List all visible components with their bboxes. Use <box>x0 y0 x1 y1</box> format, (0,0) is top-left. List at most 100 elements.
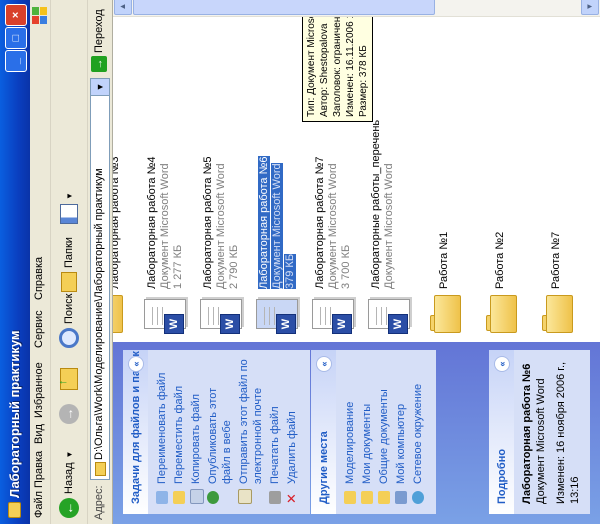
folders-button[interactable]: Папки <box>57 237 81 292</box>
search-button[interactable]: Поиск <box>57 294 81 348</box>
file-tasks-panel: Задачи для файлов и папок « Переименоват… <box>123 350 310 514</box>
file-tasks-header[interactable]: Задачи для файлов и папок « <box>123 350 148 514</box>
forward-button[interactable]: → <box>57 404 81 424</box>
file-item-work5[interactable]: W Лабораторная работа №5 Документ Microso… <box>195 35 247 335</box>
window-title: Лабораторный практикум <box>7 330 22 498</box>
print-file-link[interactable]: Печатать файл <box>268 358 282 504</box>
file-item-work3[interactable]: Лабораторная работа №3 <box>113 35 133 335</box>
chevron-down-icon: ▼ <box>64 192 74 200</box>
back-button[interactable]: ← Назад ▼ <box>57 451 81 518</box>
forward-arrow-icon: → <box>59 404 79 424</box>
place-my-computer[interactable]: Мой компьютер <box>394 358 408 504</box>
word-document-icon: W <box>366 297 410 335</box>
explorer-window: Лабораторный практикум _ □ × Файл Правка… <box>0 0 600 524</box>
printer-icon <box>269 491 281 504</box>
folder-item-work2[interactable]: Работа №2 <box>475 35 527 335</box>
scrollbar-thumb[interactable] <box>133 0 435 15</box>
menu-tools[interactable]: Сервис <box>33 310 45 348</box>
publish-web-link[interactable]: Опубликовать этот файл в вебе <box>206 358 234 504</box>
address-bar: Адрес: D:\Ольга\Work\Моделирование\Лабор… <box>88 0 113 524</box>
close-button[interactable]: × <box>5 4 27 26</box>
address-label: Адрес: <box>93 485 105 520</box>
folder-icon <box>8 502 21 518</box>
details-file-type: Документ Microsoft Word <box>535 378 547 504</box>
folder-item-work1[interactable]: Работа №1 <box>419 35 471 335</box>
my-documents-icon <box>361 491 373 504</box>
network-icon <box>412 491 424 504</box>
copy-file-link[interactable]: Копировать файл <box>189 358 204 504</box>
move-icon <box>173 491 185 504</box>
views-icon <box>60 204 78 224</box>
menu-file[interactable]: Файл <box>33 491 45 518</box>
views-button[interactable]: ▼ <box>57 192 81 224</box>
word-document-icon: W <box>310 297 354 335</box>
title-bar: Лабораторный практикум _ □ × <box>0 0 30 524</box>
word-document-icon: W <box>198 297 242 335</box>
maximize-button[interactable]: □ <box>5 27 27 49</box>
computer-icon <box>395 491 407 504</box>
folder-icon <box>113 295 123 333</box>
menu-favorites[interactable]: Избранное <box>33 362 45 418</box>
globe-icon <box>207 491 219 504</box>
details-panel: Подробно « Лабораторная работа №6 Докуме… <box>489 350 590 514</box>
email-file-link[interactable]: Отправить этот файл по электронной почте <box>237 358 265 504</box>
search-icon <box>59 328 79 348</box>
details-modified: Изменен: 16 ноября 2006 г., 13:16 <box>555 361 581 504</box>
copy-icon <box>190 489 204 504</box>
address-path: D:\Ольга\Work\Моделирование\Лабораторный… <box>93 168 105 460</box>
menu-view[interactable]: Вид <box>33 424 45 444</box>
move-file-link[interactable]: Переместить файл <box>172 358 186 504</box>
delete-file-link[interactable]: ✕ Удалить файл <box>284 358 299 504</box>
folder-icon <box>344 491 356 504</box>
folder-icon <box>429 295 461 333</box>
scroll-up-icon[interactable]: ▲ <box>114 0 132 15</box>
go-arrow-icon: → <box>91 56 107 72</box>
shared-folder-icon <box>378 491 390 504</box>
details-header[interactable]: Подробно « <box>489 350 514 514</box>
rename-file-link[interactable]: Переименовать файл <box>155 358 169 504</box>
rename-icon <box>156 491 168 504</box>
windows-logo-icon <box>32 6 48 24</box>
folder-item-work7[interactable]: Работа №7 <box>531 35 583 335</box>
vertical-scrollbar[interactable]: ▲ ▼ <box>113 0 600 17</box>
menu-bar: Файл Правка Вид Избранное Сервис Справка <box>30 0 51 524</box>
file-item-work6[interactable]: W Лабораторная работа №6 Документ Microso… <box>251 35 303 335</box>
details-file-name: Лабораторная работа №6 <box>521 363 533 504</box>
file-info-tooltip: Тип: Документ Microsoft Word Автор: Shes… <box>302 0 373 122</box>
place-network[interactable]: Сетевое окружение <box>411 358 425 504</box>
place-shared-documents[interactable]: Общие документы <box>377 358 391 504</box>
envelope-icon <box>238 489 252 504</box>
delete-x-icon: ✕ <box>284 493 299 504</box>
up-folder-icon: ↑ <box>57 368 78 390</box>
menu-help[interactable]: Справка <box>33 257 45 300</box>
place-modelirovanie[interactable]: Моделирование <box>343 358 357 504</box>
folder-icon <box>95 462 106 476</box>
other-places-header[interactable]: Другие места « <box>311 350 336 514</box>
task-pane: Задачи для файлов и папок « Переименоват… <box>113 342 600 524</box>
back-arrow-icon: ← <box>59 498 79 518</box>
other-places-panel: Другие места « Моделирование Мои докумен… <box>311 350 436 514</box>
search-label: Поиск <box>63 293 75 324</box>
address-input[interactable]: D:\Ольга\Work\Моделирование\Лабораторный… <box>90 78 110 480</box>
folders-label: Папки <box>63 237 75 268</box>
go-label: Переход <box>93 9 105 53</box>
go-button[interactable]: → Переход <box>91 9 107 72</box>
word-document-icon: W <box>142 297 186 335</box>
up-folder-button[interactable]: ↑ <box>57 368 81 390</box>
collapse-chevron-icon[interactable]: « <box>494 356 510 372</box>
standard-toolbar: ← Назад ▼ → ↑ Поиск Папки ▼ <box>51 0 88 524</box>
minimize-button[interactable]: _ <box>5 50 27 72</box>
place-my-documents[interactable]: Мои документы <box>360 358 374 504</box>
details-title: Подробно <box>496 448 508 504</box>
collapse-chevron-icon[interactable]: « <box>316 356 332 372</box>
folder-icon <box>541 295 573 333</box>
chevron-down-icon[interactable]: ▼ <box>91 79 109 96</box>
file-tasks-title: Задачи для файлов и папок <box>130 351 142 504</box>
folders-icon <box>61 272 77 292</box>
menu-edit[interactable]: Правка <box>33 451 45 488</box>
back-label: Назад <box>63 462 75 494</box>
collapse-chevron-icon[interactable]: « <box>128 356 144 372</box>
scroll-down-icon[interactable]: ▼ <box>581 0 599 15</box>
chevron-down-icon: ▼ <box>64 450 74 459</box>
file-item-work4[interactable]: W Лабораторная работа №4 Документ Microso… <box>139 35 191 335</box>
